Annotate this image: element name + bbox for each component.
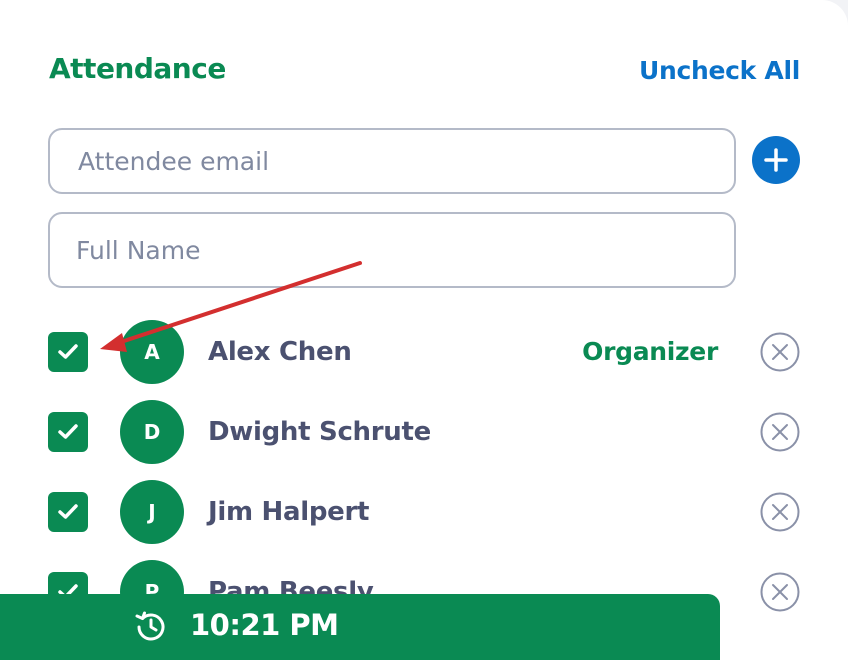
- close-circle-icon: [760, 332, 800, 372]
- attendee-checkbox[interactable]: [48, 332, 88, 372]
- checkmark-icon: [58, 344, 78, 359]
- avatar: D: [120, 400, 184, 464]
- plus-icon: [764, 148, 788, 172]
- current-time: 10:21 PM: [190, 608, 339, 642]
- attendee-checkbox[interactable]: [48, 492, 88, 532]
- add-attendee-button[interactable]: [752, 136, 800, 184]
- attendee-name: Jim Halpert: [208, 497, 370, 527]
- attendee-name: Alex Chen: [208, 337, 352, 367]
- avatar: A: [120, 320, 184, 384]
- attendance-title: Attendance: [49, 52, 226, 85]
- close-circle-icon: [760, 572, 800, 612]
- attendee-email-input[interactable]: [50, 130, 734, 192]
- attendee-row: D Dwight Schrute: [0, 400, 848, 464]
- attendee-row: J Jim Halpert: [0, 480, 848, 544]
- remove-attendee-button[interactable]: [760, 572, 800, 612]
- attendance-panel: Attendance Uncheck All A Alex Chen Organ…: [0, 0, 848, 672]
- bottom-strip: [0, 660, 720, 672]
- history-clock-icon: [135, 611, 165, 641]
- remove-attendee-button[interactable]: [760, 332, 800, 372]
- full-name-input[interactable]: [50, 214, 734, 286]
- attendee-checkbox[interactable]: [48, 412, 88, 452]
- uncheck-all-button[interactable]: Uncheck All: [639, 56, 800, 85]
- close-circle-icon: [760, 412, 800, 452]
- remove-attendee-button[interactable]: [760, 412, 800, 452]
- avatar: J: [120, 480, 184, 544]
- close-circle-icon: [760, 492, 800, 532]
- attendee-email-field[interactable]: [48, 128, 736, 194]
- remove-attendee-button[interactable]: [760, 492, 800, 532]
- checkmark-icon: [58, 424, 78, 439]
- attendee-name: Dwight Schrute: [208, 417, 431, 447]
- time-bar: 10:21 PM: [0, 594, 720, 660]
- attendee-row: A Alex Chen Organizer: [0, 320, 848, 384]
- full-name-field[interactable]: [48, 212, 736, 288]
- checkmark-icon: [58, 504, 78, 519]
- organizer-badge: Organizer: [582, 337, 718, 366]
